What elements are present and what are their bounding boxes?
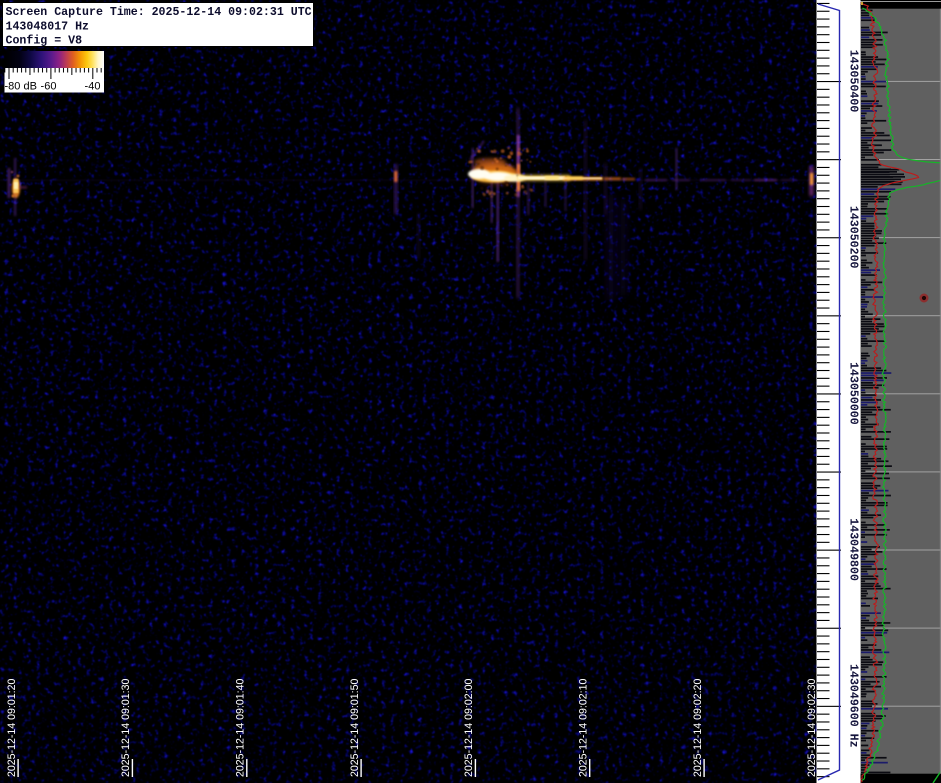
svg-text:143049800: 143049800 [847, 518, 860, 581]
svg-text:2025-12-14 09:01:20: 2025-12-14 09:01:20 [6, 679, 18, 777]
svg-text:2025-12-14 09:02:00: 2025-12-14 09:02:00 [463, 679, 475, 777]
svg-text:Config = V8: Config = V8 [6, 35, 83, 48]
svg-text:2025-12-14 09:01:40: 2025-12-14 09:01:40 [235, 679, 247, 777]
svg-text:-80 dB: -80 dB [5, 81, 37, 93]
svg-text:143049600 Hz: 143049600 Hz [847, 664, 860, 748]
svg-text:2025-12-14 09:01:30: 2025-12-14 09:01:30 [120, 679, 132, 777]
svg-text:2025-12-14 09:02:20: 2025-12-14 09:02:20 [692, 679, 704, 777]
svg-text:2025-12-14 09:02:10: 2025-12-14 09:02:10 [578, 679, 590, 777]
svg-text:2025-12-14 09:01:50: 2025-12-14 09:01:50 [349, 679, 361, 777]
svg-text:-60: -60 [41, 81, 57, 93]
svg-text:143050200: 143050200 [847, 206, 860, 269]
svg-text:143050400: 143050400 [847, 50, 860, 113]
svg-text:2025-12-14 09:02:30: 2025-12-14 09:02:30 [806, 679, 818, 777]
svg-text:143050000: 143050000 [847, 362, 860, 425]
svg-text:Screen Capture Time: 2025-12-1: Screen Capture Time: 2025-12-14 09:02:31… [6, 6, 312, 19]
svg-text:143048017 Hz: 143048017 Hz [6, 20, 90, 33]
svg-text:-40: -40 [85, 81, 101, 93]
